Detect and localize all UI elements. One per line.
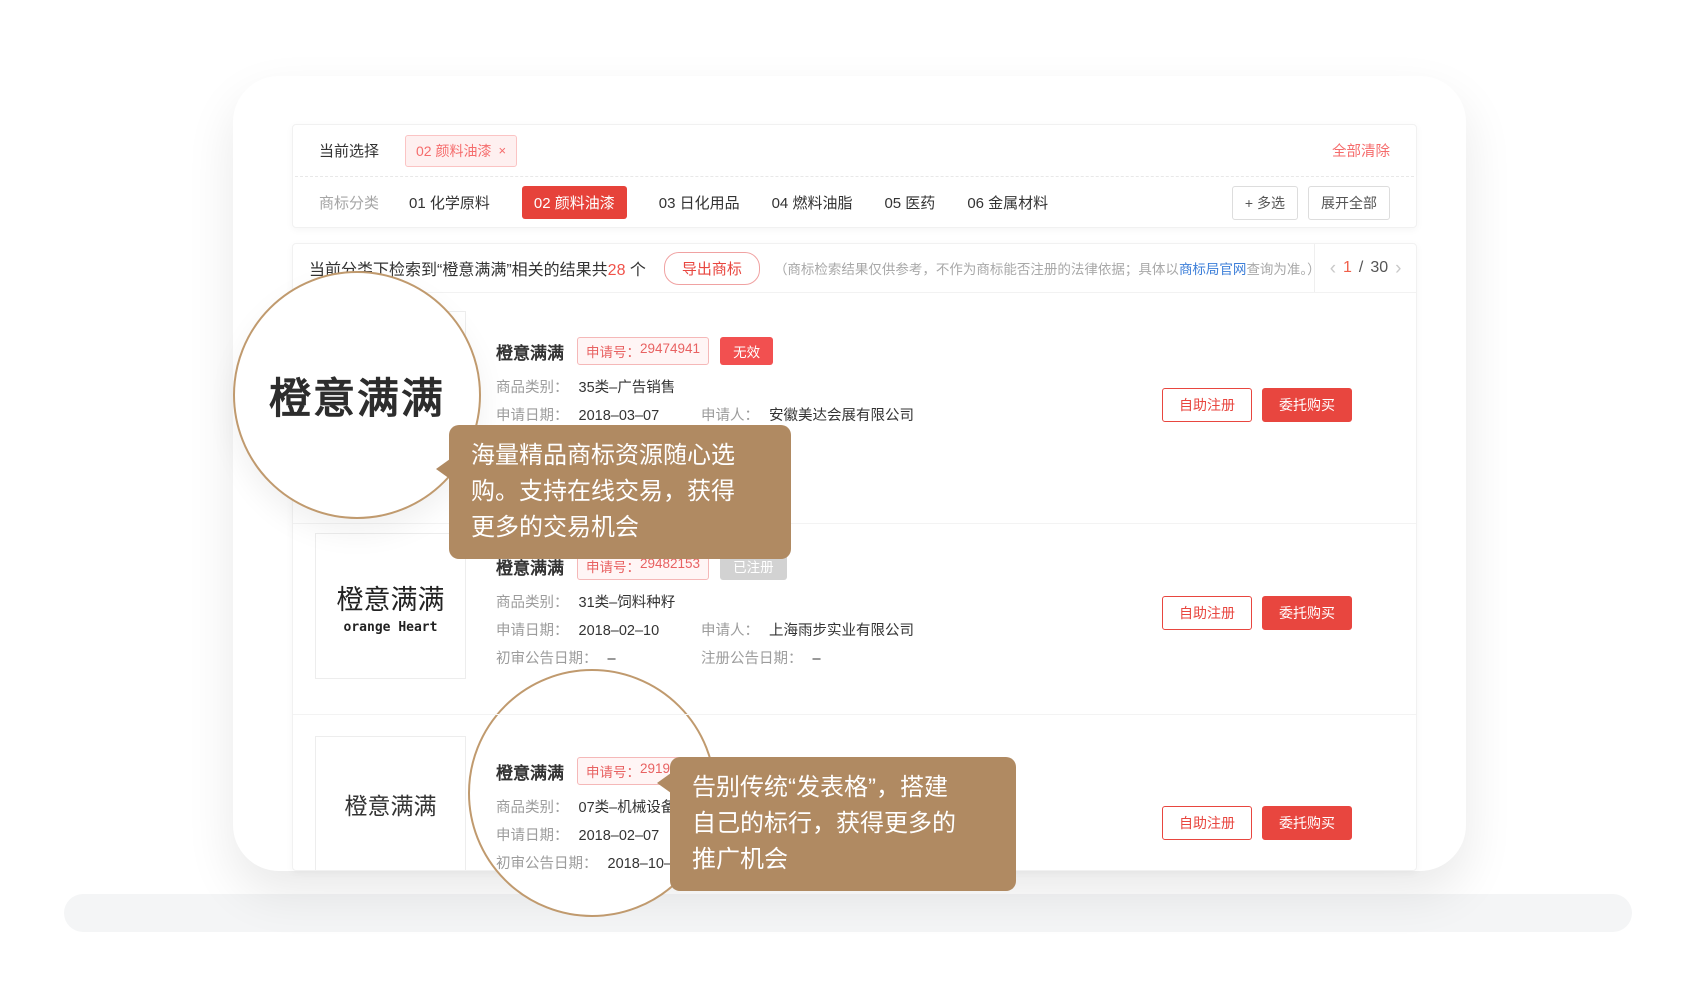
- expand-all-button[interactable]: 展开全部: [1308, 186, 1390, 220]
- apply-date-value: 2018–02–07: [579, 828, 660, 844]
- self-register-button[interactable]: 自助注册: [1162, 388, 1252, 422]
- current-page: 1: [1343, 259, 1352, 277]
- results-disclaimer: （商标检索结果仅供参考，不作为商标能否注册的法律依据；具体以商标局官网查询为准。…: [774, 258, 1314, 278]
- results-header: 当前分类下检索到“橙意满满”相关的结果共28 个 导出商标 （商标检索结果仅供参…: [293, 244, 1416, 293]
- category-value: 31类–饲料种籽: [579, 595, 676, 611]
- trademark-name: 橙意满满: [496, 759, 564, 784]
- next-page-icon[interactable]: ›: [1395, 259, 1401, 278]
- first-publication-value: –: [608, 651, 616, 667]
- registration-publication-value: –: [813, 651, 821, 667]
- current-selection-row: 当前选择 02 颜料油漆 × 全部清除: [293, 125, 1416, 176]
- disclaimer-text: （商标检索结果仅供参考，不作为商标能否注册的法律依据；具体以: [774, 262, 1179, 277]
- row-actions: 自助注册 委托购买: [1162, 388, 1352, 422]
- entrust-buy-button[interactable]: 委托购买: [1262, 388, 1352, 422]
- applicant-label: 申请人：: [701, 408, 759, 424]
- applicant-label: 申请人：: [701, 623, 759, 639]
- trademark-image-text: 橙意满满: [345, 787, 437, 821]
- trademark-image: 橙意满满: [315, 736, 466, 871]
- self-register-button[interactable]: 自助注册: [1162, 806, 1252, 840]
- tooltip-line: 告别传统“发表格”，搭建: [692, 770, 994, 806]
- tooltip-line: 推广机会: [692, 842, 994, 878]
- app-no-label: 申请号：: [586, 556, 640, 576]
- category-label: 商品类别：: [496, 800, 569, 816]
- trademark-details: 橙意满满 申请号：29482153 已注册 商品类别：31类–饲料种籽 申请日期…: [496, 552, 914, 677]
- selected-filter-tag[interactable]: 02 颜料油漆 ×: [405, 135, 517, 167]
- category-value: 35类–广告销售: [579, 380, 676, 396]
- filter-panel: 当前选择 02 颜料油漆 × 全部清除 商标分类 01 化学原料 02 颜料油漆…: [292, 124, 1417, 228]
- row-actions: 自助注册 委托购买: [1162, 596, 1352, 630]
- tooltip-line: 自己的标行，获得更多的: [692, 806, 994, 842]
- category-item-04[interactable]: 04 燃料油脂: [772, 192, 853, 213]
- disclaimer-text-end: 查询为准。）: [1246, 262, 1314, 277]
- registration-publication-label: 注册公告日期：: [701, 651, 803, 667]
- applicant-value: 安徽美达会展有限公司: [769, 408, 914, 424]
- app-no-label: 申请号：: [586, 341, 640, 361]
- category-item-05[interactable]: 05 医药: [884, 192, 935, 213]
- tag-close-icon[interactable]: ×: [498, 143, 506, 158]
- category-value: 07类–机械设备: [579, 800, 676, 816]
- multi-select-button[interactable]: + 多选: [1232, 186, 1298, 220]
- trademark-name: 橙意满满: [496, 339, 564, 364]
- entrust-buy-button[interactable]: 委托购买: [1262, 806, 1352, 840]
- entrust-buy-button[interactable]: 委托购买: [1262, 596, 1352, 630]
- current-selection-label: 当前选择: [319, 140, 379, 161]
- magnifier-circle: 橙意满满: [233, 271, 481, 519]
- tooltip-marketplace: 海量精品商标资源随心选 购。支持在线交易，获得 更多的交易机会: [449, 425, 791, 559]
- applicant-value: 上海雨步实业有限公司: [769, 623, 914, 639]
- app-no-value: 29474941: [640, 341, 700, 361]
- apply-date-label: 申请日期：: [496, 623, 569, 639]
- category-item-06[interactable]: 06 金属材料: [967, 192, 1048, 213]
- clear-all-button[interactable]: 全部清除: [1332, 140, 1390, 161]
- apply-date-label: 申请日期：: [496, 828, 569, 844]
- status-badge: 无效: [720, 337, 773, 365]
- summary-unit: 个: [625, 262, 645, 279]
- category-label: 商品类别：: [496, 380, 569, 396]
- self-register-button[interactable]: 自助注册: [1162, 596, 1252, 630]
- application-number-badge: 申请号：29474941: [577, 337, 709, 365]
- category-item-01[interactable]: 01 化学原料: [409, 192, 490, 213]
- trademark-office-link[interactable]: 商标局官网: [1179, 262, 1247, 277]
- first-publication-label: 初审公告日期：: [496, 651, 598, 667]
- trademark-image: 橙意满满 orange Heart: [315, 533, 466, 679]
- tooltip-promotion: 告别传统“发表格”，搭建 自己的标行，获得更多的 推广机会: [670, 757, 1016, 891]
- category-row: 商标分类 01 化学原料 02 颜料油漆 03 日化用品 04 燃料油脂 05 …: [293, 177, 1416, 228]
- apply-date-value: 2018–02–10: [579, 623, 660, 639]
- magnified-trademark-text: 橙意满满: [269, 365, 445, 426]
- export-trademarks-button[interactable]: 导出商标: [664, 252, 760, 285]
- trademark-details: 橙意满满 申请号：29474941 无效 商品类别： 35类–广告销售 申请日期：…: [496, 337, 914, 434]
- category-label: 商品类别：: [496, 595, 569, 611]
- category-row-label: 商标分类: [319, 192, 379, 213]
- row-actions: 自助注册 委托购买: [1162, 806, 1352, 840]
- trademark-image-text: 橙意满满: [337, 578, 445, 617]
- page: 当前选择 02 颜料油漆 × 全部清除 商标分类 01 化学原料 02 颜料油漆…: [0, 0, 1696, 1002]
- page-separator: /: [1359, 259, 1363, 277]
- pagination: ‹ 1 / 30 ›: [1314, 244, 1416, 292]
- category-item-02-selected[interactable]: 02 颜料油漆: [522, 186, 627, 219]
- selected-filter-tag-label: 02 颜料油漆: [416, 141, 491, 161]
- trademark-image-subtext: orange Heart: [344, 620, 438, 635]
- app-no-value: 29482153: [640, 556, 700, 576]
- apply-date-value: 2018–03–07: [579, 408, 660, 424]
- tooltip-line: 更多的交易机会: [471, 510, 769, 546]
- total-pages: 30: [1370, 259, 1388, 277]
- tooltip-line: 购。支持在线交易，获得: [471, 474, 769, 510]
- tooltip-line: 海量精品商标资源随心选: [471, 438, 769, 474]
- app-no-label: 申请号：: [586, 761, 640, 781]
- laptop-base: [64, 894, 1632, 932]
- apply-date-label: 申请日期：: [496, 408, 569, 424]
- first-publication-label: 初审公告日期：: [496, 856, 598, 871]
- category-item-03[interactable]: 03 日化用品: [659, 192, 740, 213]
- results-count: 28: [608, 262, 626, 279]
- prev-page-icon[interactable]: ‹: [1330, 259, 1336, 278]
